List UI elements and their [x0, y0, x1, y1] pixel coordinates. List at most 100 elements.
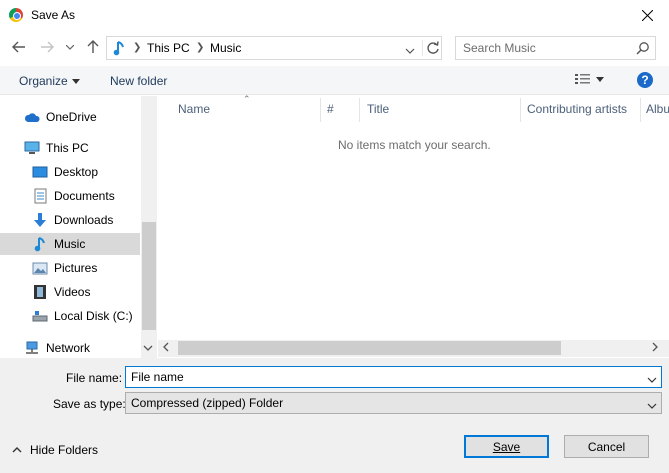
- nav-item-label: Music: [54, 237, 86, 251]
- hide-folders-label: Hide Folders: [30, 443, 99, 457]
- nav-item-downloads[interactable]: Downloads: [0, 209, 140, 231]
- close-button[interactable]: [625, 0, 669, 31]
- column-header-number[interactable]: #: [327, 102, 334, 116]
- new-folder-button[interactable]: New folder: [110, 74, 167, 88]
- column-divider[interactable]: [359, 98, 360, 122]
- scroll-left-button[interactable]: [163, 341, 169, 355]
- documents-icon: [32, 188, 48, 204]
- chevron-down-icon: [405, 48, 415, 54]
- recent-locations-button[interactable]: [64, 38, 76, 56]
- breadcrumb-separator[interactable]: ❯: [133, 42, 141, 53]
- file-list[interactable]: [158, 96, 669, 358]
- nav-item-documents[interactable]: Documents: [0, 185, 140, 207]
- help-icon: ?: [641, 73, 649, 87]
- breadcrumb-music[interactable]: Music: [210, 41, 241, 55]
- up-button[interactable]: [84, 38, 102, 56]
- save-button-label: Save: [492, 439, 521, 454]
- breadcrumb-this-pc[interactable]: This PC: [147, 41, 190, 55]
- save-as-type-dropdown-button[interactable]: [647, 398, 657, 412]
- pictures-icon: [32, 260, 48, 276]
- nav-item-videos[interactable]: Videos: [0, 281, 140, 303]
- chevron-up-icon: [12, 447, 22, 453]
- empty-message: No items match your search.: [338, 138, 491, 152]
- scroll-right-button[interactable]: [652, 341, 658, 355]
- nav-item-pictures[interactable]: Pictures: [0, 257, 140, 279]
- column-divider[interactable]: [640, 98, 641, 122]
- nav-item-label: OneDrive: [46, 110, 97, 124]
- save-as-type-value: Compressed (zipped) Folder: [131, 396, 284, 410]
- search-icon[interactable]: [636, 41, 650, 58]
- nav-item-label: Downloads: [54, 213, 114, 227]
- refresh-icon: [427, 41, 439, 54]
- nav-item-desktop[interactable]: Desktop: [0, 161, 140, 183]
- nav-item-label: Network: [46, 341, 91, 355]
- close-icon: [641, 10, 653, 21]
- nav-item-label: Pictures: [54, 261, 98, 275]
- nav-item-onedrive[interactable]: OneDrive: [0, 106, 140, 128]
- column-divider[interactable]: [320, 98, 321, 122]
- nav-item-label: This PC: [46, 141, 89, 155]
- cancel-button[interactable]: Cancel: [564, 435, 649, 458]
- nav-scrollbar-thumb[interactable]: [142, 222, 156, 330]
- column-header-title[interactable]: Title: [367, 102, 389, 116]
- music-icon: [113, 40, 127, 59]
- search-input[interactable]: [463, 41, 633, 55]
- caret-down-icon: [596, 76, 604, 82]
- save-as-type-label: Save as type:: [53, 397, 126, 411]
- organize-label: Organize: [19, 74, 68, 88]
- save-button[interactable]: Save: [464, 435, 549, 458]
- network-icon: [24, 340, 40, 356]
- music-icon: [32, 236, 48, 252]
- column-header-contributing-artists[interactable]: Contributing artists: [527, 102, 627, 116]
- breadcrumb-separator[interactable]: ❯: [196, 42, 204, 53]
- chrome-icon: [9, 8, 23, 22]
- nav-item-label: Documents: [54, 189, 115, 203]
- chevron-left-icon: [163, 342, 169, 352]
- column-divider[interactable]: [520, 98, 521, 122]
- help-button[interactable]: ?: [637, 72, 653, 88]
- chevron-down-icon: [143, 345, 153, 351]
- hide-folders-button[interactable]: Hide Folders: [12, 443, 98, 457]
- computer-icon: [24, 140, 40, 156]
- save-as-type-select[interactable]: Compressed (zipped) Folder: [125, 392, 662, 414]
- file-name-input[interactable]: [131, 370, 631, 384]
- file-name-combobox[interactable]: [125, 366, 662, 388]
- chevron-down-icon: [66, 44, 74, 50]
- nav-item-network[interactable]: Network: [0, 337, 140, 359]
- caret-down-icon: [71, 78, 80, 84]
- nav-item-music[interactable]: Music: [0, 233, 140, 255]
- change-view-button[interactable]: [574, 72, 604, 86]
- organize-button[interactable]: Organize: [19, 74, 80, 88]
- videos-icon: [32, 284, 48, 300]
- nav-item-this-pc[interactable]: This PC: [0, 137, 140, 159]
- column-header-album[interactable]: Album: [646, 102, 669, 116]
- cloud-icon: [24, 109, 40, 125]
- command-bar: [0, 66, 669, 95]
- nav-item-label: Desktop: [54, 165, 99, 179]
- navigation-pane: OneDrive This PC Desktop Documents Downl…: [0, 96, 157, 358]
- nav-item-label: Local Disk (C:): [54, 309, 133, 323]
- file-name-dropdown-button[interactable]: [647, 372, 657, 386]
- chevron-right-icon: [652, 342, 658, 352]
- arrow-left-icon: [12, 41, 25, 53]
- download-icon: [32, 212, 48, 228]
- nav-scroll-down-button[interactable]: [143, 340, 153, 354]
- details-view-icon: [575, 74, 590, 84]
- nav-item-local-disk[interactable]: Local Disk (C:): [0, 305, 140, 327]
- sort-ascending-icon: ⌃: [243, 94, 251, 104]
- chevron-down-icon: [647, 403, 657, 409]
- address-dropdown-button[interactable]: [405, 43, 415, 57]
- back-button[interactable]: [10, 38, 28, 56]
- disk-icon: [32, 308, 48, 324]
- arrow-right-icon: [41, 41, 54, 53]
- divider: [422, 40, 423, 56]
- nav-item-label: Videos: [54, 285, 91, 299]
- chevron-down-icon: [647, 377, 657, 383]
- horizontal-scrollbar-thumb[interactable]: [178, 341, 561, 355]
- refresh-button[interactable]: [425, 40, 441, 59]
- window-title: Save As: [31, 8, 76, 22]
- address-bar[interactable]: ❯ This PC ❯ Music: [106, 36, 442, 60]
- search-box[interactable]: [455, 36, 656, 60]
- column-header-name[interactable]: Name: [178, 102, 210, 116]
- forward-button[interactable]: [38, 38, 56, 56]
